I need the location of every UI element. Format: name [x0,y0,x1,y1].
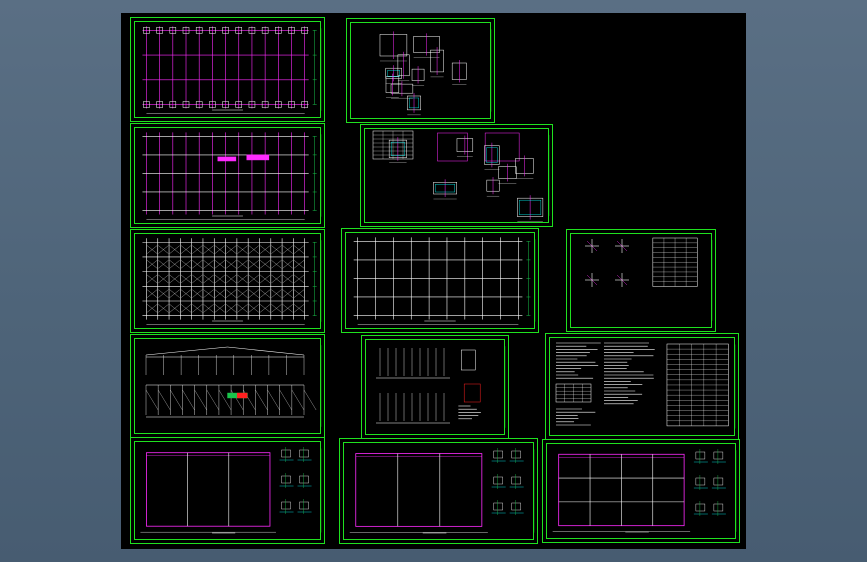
sheet-foundation-plan[interactable] [130,17,325,122]
sheet-frame-sections[interactable] [361,335,509,439]
design-notes-drawing [555,342,736,429]
sheet-anchor-bolt-plan[interactable] [130,123,325,228]
drawing-canvas[interactable] [121,13,746,549]
roof-bracing-plan-drawing [142,238,322,325]
sheet-building-plan-2[interactable] [339,438,538,544]
sheet-roof-purlin-plan[interactable] [341,228,539,333]
sheet-connection-details[interactable] [360,124,553,227]
frame-sections-drawing [376,346,506,428]
foundation-plan-drawing [142,26,322,114]
node-details-drawing [585,237,713,321]
anchor-bolt-plan-drawing [142,132,322,220]
sheet-roof-bracing-plan[interactable] [130,229,325,333]
sheet-building-plan-1[interactable] [130,437,325,544]
building-plan-3-drawing [552,449,737,533]
sheet-column-details[interactable] [346,18,495,123]
elevations-drawing [145,345,322,427]
building-plan-1-drawing [140,447,322,534]
roof-purlin-plan-drawing [353,237,536,325]
building-plan-2-drawing [349,448,535,534]
sheet-node-details[interactable] [566,229,716,332]
sheet-design-notes[interactable] [545,333,739,440]
connection-details-drawing [372,130,550,222]
column-details-drawing [379,29,492,116]
sheet-building-plan-3[interactable] [542,439,740,543]
sheet-elevations[interactable] [130,334,325,438]
